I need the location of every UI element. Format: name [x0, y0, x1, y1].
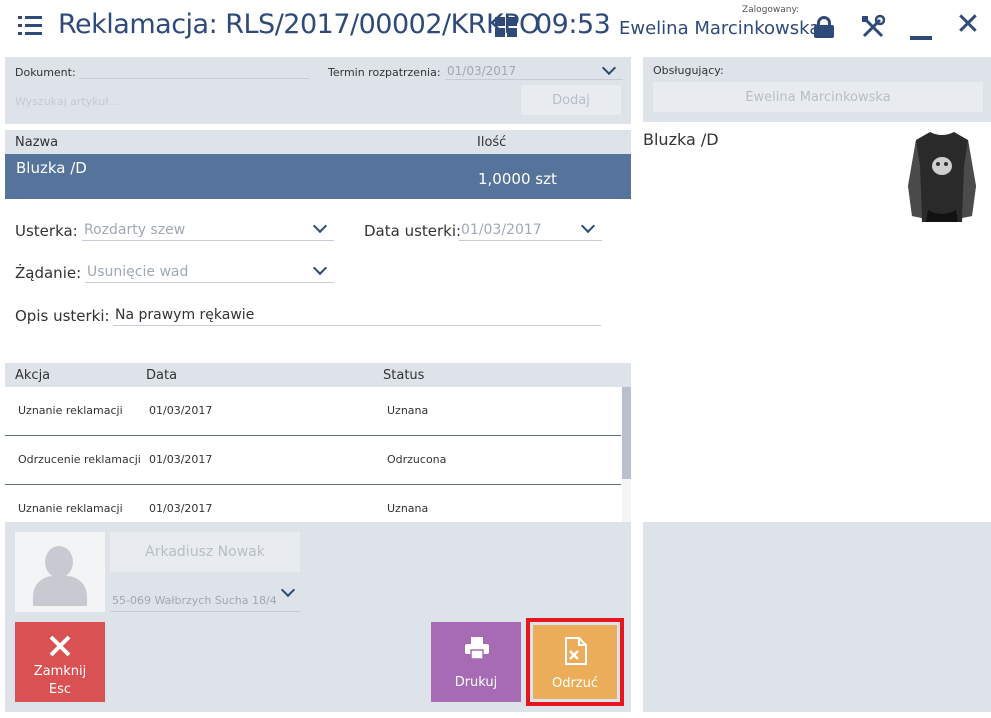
- minimize-icon[interactable]: [908, 14, 934, 40]
- table-row[interactable]: Odrzucenie reklamacji 01/03/2017 Odrzuco…: [5, 436, 621, 485]
- close-x-icon: [49, 635, 71, 657]
- request-select[interactable]: Usunięcie wad: [87, 264, 188, 280]
- status-cell: Odrzucona: [387, 453, 447, 466]
- document-label: Dokument:: [15, 66, 76, 79]
- table-row[interactable]: Uznanie reklamacji 01/03/2017 Uznana: [5, 387, 621, 436]
- reject-highlight: Odrzuć: [526, 618, 624, 706]
- logged-in-label: Zalogowany:: [742, 5, 800, 15]
- description-underline: [113, 325, 601, 326]
- printer-icon: [465, 637, 489, 660]
- action-cell: Odrzucenie reklamacji: [18, 453, 141, 466]
- document-field[interactable]: [79, 78, 309, 79]
- product-image: [908, 132, 976, 222]
- print-button[interactable]: Drukuj: [431, 622, 521, 702]
- product-name: Bluzka /D: [643, 130, 719, 149]
- defect-type-label: Usterka:: [15, 222, 78, 240]
- reject-button[interactable]: Odrzuć: [533, 625, 617, 699]
- defect-date-label: Data usterki:: [364, 222, 462, 240]
- defect-type-underline: [82, 240, 334, 241]
- search-input[interactable]: [15, 90, 315, 112]
- actions-table-header: Akcja Data Status: [5, 363, 631, 387]
- defect-date-field[interactable]: 01/03/2017: [461, 222, 542, 238]
- reject-document-icon: [565, 637, 587, 665]
- lock-icon[interactable]: [812, 14, 838, 40]
- address-underline: [110, 611, 300, 612]
- description-field[interactable]: Na prawym rękawie: [115, 307, 254, 323]
- date-cell: 01/03/2017: [149, 502, 213, 515]
- scrollbar-thumb[interactable]: [622, 387, 631, 479]
- responsible-panel: Obsługujący: Ewelina Marcinkowska: [643, 57, 991, 122]
- grid-view-icon[interactable]: [495, 17, 517, 37]
- header-bar: Reklamacja: RLS/2017/00002/KRKPO 09:53 Z…: [0, 0, 991, 55]
- customer-address[interactable]: 55-069 Wałbrzych Sucha 18/4: [112, 594, 277, 607]
- right-bottom-panel: [643, 522, 991, 712]
- chevron-down-icon[interactable]: [280, 582, 296, 598]
- item-name: Bluzka /D: [16, 159, 87, 177]
- request-label: Żądanie:: [15, 264, 82, 282]
- document-panel: Dokument: Termin rozpatrzenia: 01/03/201…: [5, 57, 631, 124]
- items-table-header: Nazwa Ilość: [5, 130, 631, 154]
- column-name-header: Nazwa: [15, 135, 59, 150]
- chevron-down-icon[interactable]: [312, 218, 328, 234]
- clock: 09:53: [535, 9, 611, 40]
- reject-label: Odrzuć: [551, 676, 599, 691]
- defect-date-underline: [459, 240, 602, 241]
- current-user-name: Ewelina Marcinkowska: [619, 18, 821, 39]
- term-label: Termin rozpatrzenia:: [328, 66, 441, 79]
- date-cell: 01/03/2017: [149, 404, 213, 417]
- customer-button[interactable]: Arkadiusz Nowak: [110, 532, 300, 572]
- responsible-button[interactable]: Ewelina Marcinkowska: [653, 82, 983, 112]
- chevron-down-icon[interactable]: [601, 60, 617, 76]
- table-row[interactable]: Uznanie reklamacji 01/03/2017 Uznana: [5, 485, 621, 522]
- close-icon[interactable]: ✕: [955, 10, 981, 40]
- term-value[interactable]: 01/03/2017: [447, 64, 516, 78]
- item-quantity: 1,0000 szt: [478, 170, 557, 188]
- menu-icon[interactable]: [18, 16, 42, 36]
- add-button[interactable]: Dodaj: [521, 85, 621, 115]
- tools-icon[interactable]: [860, 14, 886, 40]
- status-cell: Uznana: [387, 404, 429, 417]
- responsible-label: Obsługujący:: [653, 64, 724, 77]
- close-button[interactable]: Zamknij Esc: [15, 622, 105, 702]
- column-status-header: Status: [383, 368, 425, 383]
- page-title: Reklamacja: RLS/2017/00002/KRKPO: [58, 9, 540, 40]
- description-label: Opis usterki:: [15, 307, 110, 325]
- column-date-header: Data: [146, 368, 178, 383]
- chevron-down-icon[interactable]: [312, 260, 328, 276]
- customer-panel: Arkadiusz Nowak 55-069 Wałbrzych Sucha 1…: [5, 522, 631, 712]
- action-cell: Uznanie reklamacji: [18, 404, 123, 417]
- term-underline: [445, 79, 623, 80]
- close-label: Zamknij: [33, 664, 87, 679]
- close-shortcut: Esc: [48, 682, 72, 697]
- defect-type-select[interactable]: Rozdarty szew: [84, 222, 185, 238]
- table-row[interactable]: Bluzka /D 1,0000 szt: [5, 154, 631, 199]
- action-cell: Uznanie reklamacji: [18, 502, 123, 515]
- scrollbar[interactable]: [622, 387, 631, 522]
- actions-table-body: Uznanie reklamacji 01/03/2017 Uznana Odr…: [5, 387, 631, 522]
- column-qty-header: Ilość: [477, 135, 507, 150]
- column-action-header: Akcja: [15, 368, 51, 383]
- avatar: [15, 532, 105, 612]
- chevron-down-icon[interactable]: [580, 218, 596, 234]
- print-label: Drukuj: [454, 675, 498, 690]
- request-underline: [85, 282, 334, 283]
- date-cell: 01/03/2017: [149, 453, 213, 466]
- status-cell: Uznana: [387, 502, 429, 515]
